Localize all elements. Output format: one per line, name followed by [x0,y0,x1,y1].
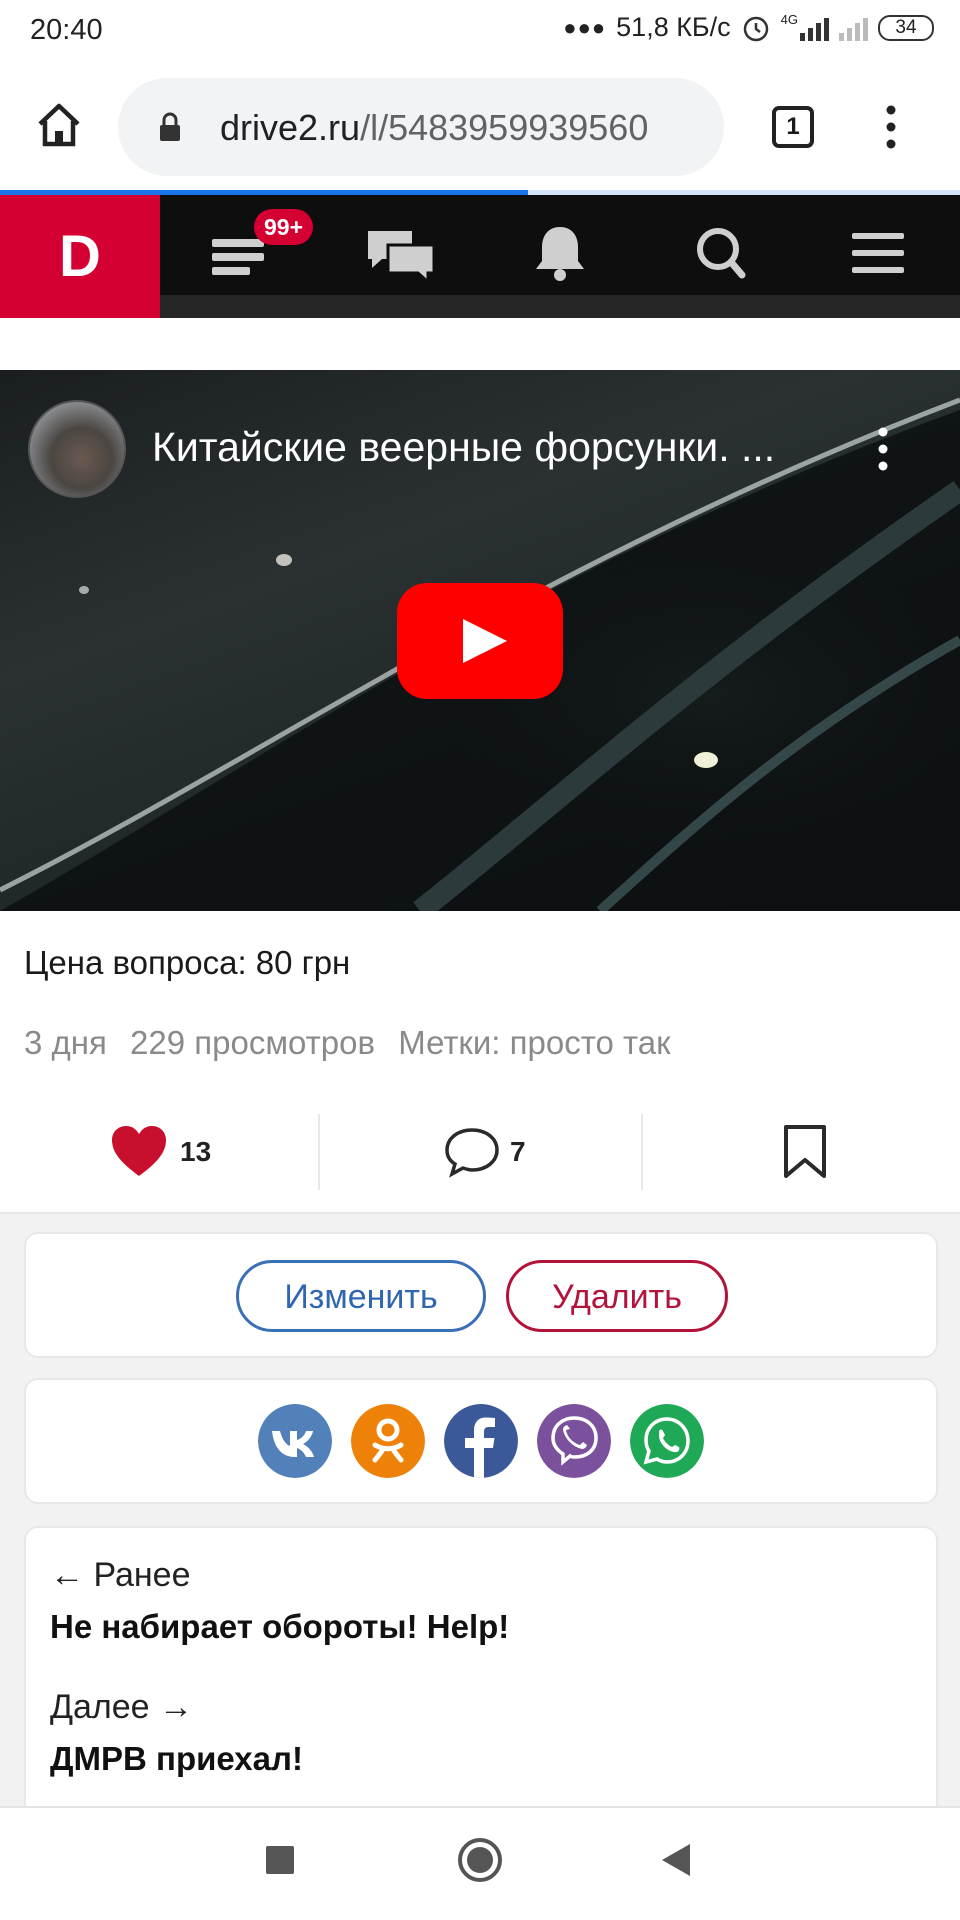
clock: 20:40 [30,14,103,46]
url-domain: drive2.ru [220,107,361,148]
heart-icon[interactable] [110,1124,168,1178]
post-navigation-card: ← Ранее Не набирает обороты! Help! Далее… [24,1526,938,1826]
video-more-icon[interactable] [868,424,898,474]
previous-post-link[interactable]: Не набирает обороты! Help! [50,1608,509,1646]
dots-icon: ●●● [563,14,607,40]
odnoklassniki-share-icon[interactable] [351,1404,425,1478]
previous-label[interactable]: ← Ранее [50,1556,191,1595]
post-tags[interactable]: Метки: просто так [398,1024,670,1061]
site-logo[interactable]: D [0,195,160,318]
post-age: 3 дня [24,1024,107,1061]
comment-icon[interactable] [444,1126,500,1178]
header-strip [160,295,960,318]
search-icon[interactable] [682,221,762,285]
facebook-share-icon[interactable] [444,1404,518,1478]
site-header: D 99+ [0,195,960,318]
signal-icon [800,15,829,41]
notifications-icon[interactable] [520,221,600,285]
hamburger-menu-icon[interactable] [838,221,918,285]
back-icon[interactable] [660,1842,692,1878]
post-price: Цена вопроса: 80 грн [24,944,351,981]
tab-switcher-button[interactable]: 1 [772,106,814,148]
share-card [24,1378,938,1504]
url-text[interactable]: drive2.ru/l/5483959939560 [220,107,710,149]
channel-avatar[interactable] [28,400,126,498]
browser-toolbar: drive2.ru/l/5483959939560 1 [0,62,960,190]
edit-button[interactable]: Изменить [236,1260,486,1332]
video-embed[interactable]: Китайские веерные форсунки. ... [0,370,960,911]
bookmark-icon[interactable] [782,1124,828,1180]
likes-count: 13 [180,1136,212,1167]
whatsapp-share-icon[interactable] [630,1404,704,1478]
feed-badge: 99+ [254,209,314,245]
signal-2-icon [839,15,868,41]
messages-icon[interactable] [362,221,442,285]
comments-count: 7 [510,1136,526,1167]
system-navigation-bar [0,1806,960,1920]
url-path: /l/5483959939560 [360,107,649,148]
youtube-play-icon[interactable] [397,583,563,699]
next-post-link[interactable]: ДМРВ приехал! [50,1740,303,1778]
delete-button[interactable]: Удалить [506,1260,728,1332]
alarm-icon [743,16,768,41]
more-vert-icon[interactable] [876,102,906,152]
status-bar: 20:40 ●●● 51,8 КБ/с 4G 34 [0,0,960,62]
lock-icon[interactable] [158,111,182,143]
home-icon[interactable] [34,100,84,150]
home-nav-icon[interactable] [456,1836,504,1884]
post-actions: 13 7 [0,1102,960,1214]
post-meta: 3 дня 229 просмотров Метки: просто так [24,1024,685,1062]
net-speed: 51,8 КБ/с [616,12,731,42]
address-bar[interactable]: drive2.ru/l/5483959939560 [118,78,724,176]
owner-controls-card: Изменить Удалить [24,1232,938,1358]
vk-share-icon[interactable] [258,1404,332,1478]
divider [641,1114,643,1190]
status-icons: ●●● 51,8 КБ/с 4G 34 [563,12,934,43]
video-title[interactable]: Китайские веерные форсунки. ... [152,424,832,471]
network-type: 4G [780,12,798,27]
recents-icon[interactable] [264,1844,296,1876]
viber-share-icon[interactable] [537,1404,611,1478]
divider [318,1114,320,1190]
battery-icon: 34 [878,14,934,41]
post-views: 229 просмотров [130,1024,376,1061]
next-label[interactable]: Далее → [50,1688,193,1727]
